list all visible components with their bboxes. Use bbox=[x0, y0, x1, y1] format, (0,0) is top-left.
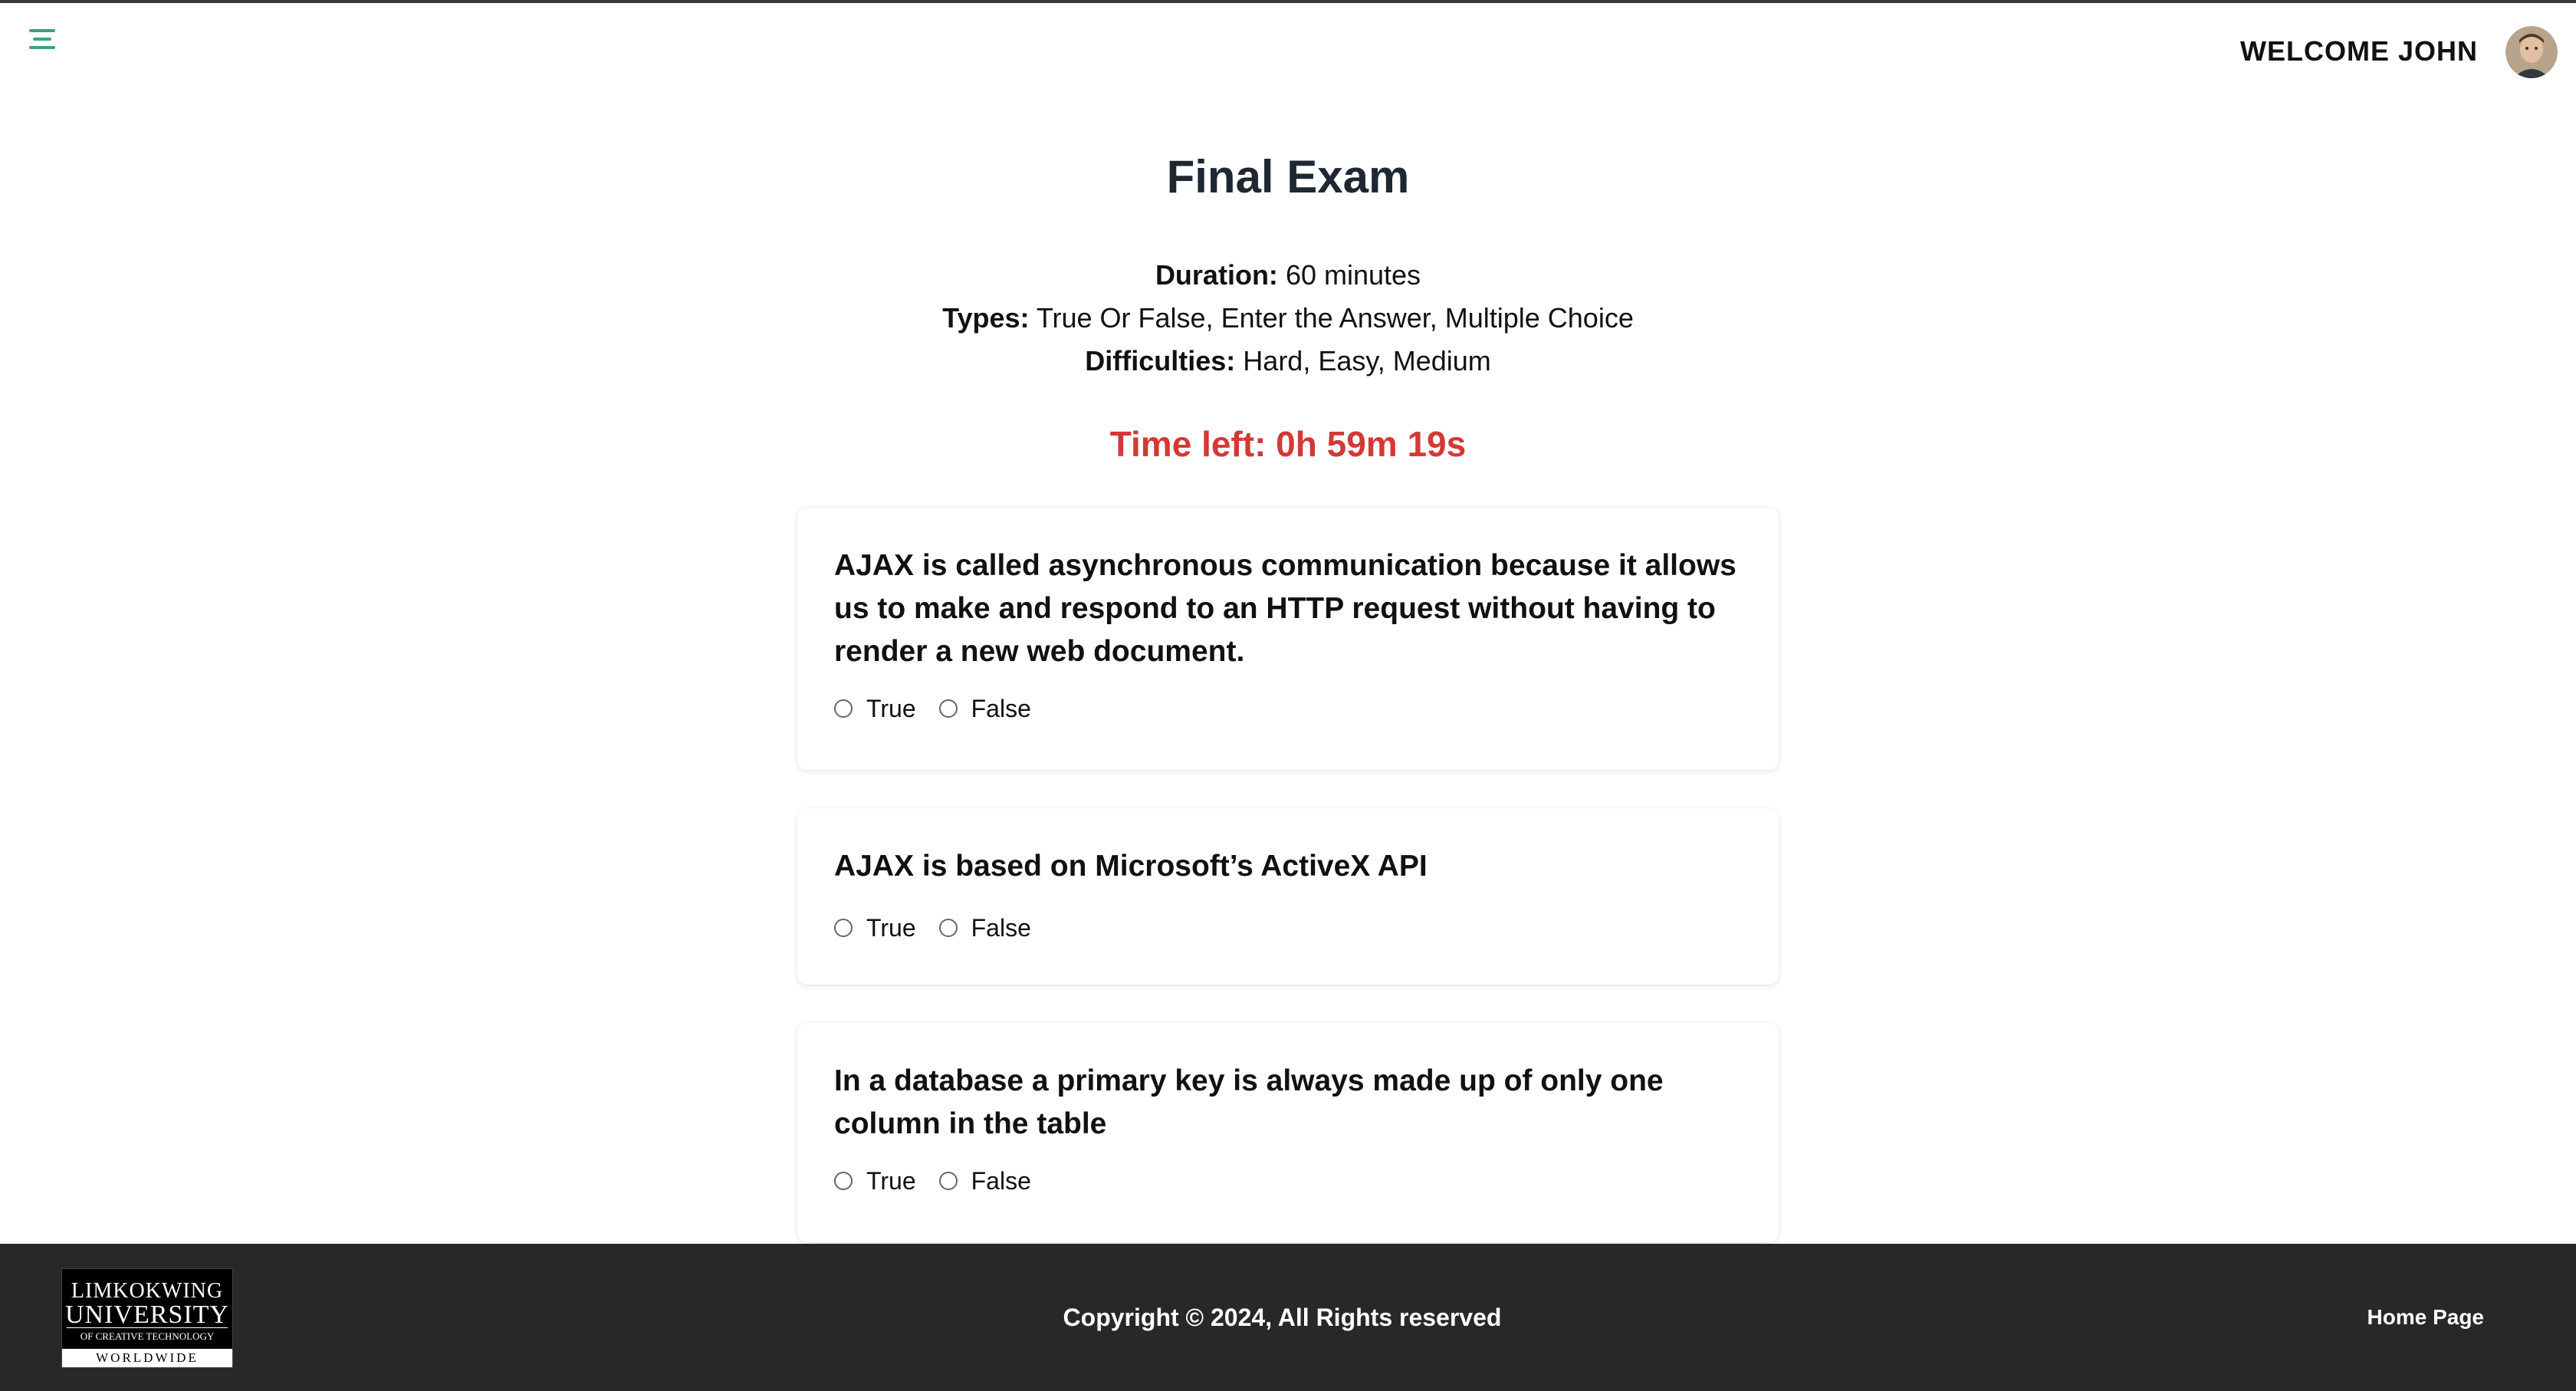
logo-line-4: WORLDWIDE bbox=[62, 1349, 232, 1367]
exam-duration: Duration: 60 minutes bbox=[0, 259, 2576, 291]
option-true[interactable]: True bbox=[834, 914, 916, 942]
footer: LIMKOKWING UNIVERSITY OF CREATIVE TECHNO… bbox=[0, 1244, 2576, 1391]
copyright-text: Copyright © 2024, All Rights reserved bbox=[1063, 1304, 1502, 1331]
question-text: In a database a primary key is always ma… bbox=[834, 1064, 1664, 1140]
question-text: AJAX is based on Microsoft’s ActiveX API bbox=[834, 850, 1428, 883]
option-false[interactable]: False bbox=[938, 1166, 1031, 1195]
logo-line-1: LIMKOKWING bbox=[71, 1279, 224, 1303]
question-card: In a database a primary key is always ma… bbox=[797, 1023, 1779, 1242]
home-page-link[interactable]: Home Page bbox=[2367, 1305, 2485, 1330]
option-label: True bbox=[866, 1166, 916, 1195]
option-label: False bbox=[971, 694, 1031, 722]
radio-button[interactable] bbox=[938, 919, 958, 937]
answer-options: True False bbox=[834, 692, 1742, 725]
exam-types: Types: True Or False, Enter the Answer, … bbox=[0, 302, 2576, 334]
option-label: False bbox=[971, 1166, 1031, 1195]
radio-button[interactable] bbox=[834, 699, 853, 718]
exam-difficulties: Difficulties: Hard, Easy, Medium bbox=[0, 345, 2576, 377]
option-label: False bbox=[971, 913, 1031, 942]
option-false[interactable]: False bbox=[938, 694, 1031, 723]
option-true[interactable]: True bbox=[834, 1167, 916, 1195]
radio-button[interactable] bbox=[834, 1172, 853, 1190]
types-label: Types: bbox=[942, 302, 1030, 334]
question-card: AJAX is based on Microsoft’s ActiveX API… bbox=[797, 808, 1779, 985]
option-true[interactable]: True bbox=[834, 695, 916, 723]
question-card: AJAX is called asynchronous communicatio… bbox=[797, 508, 1779, 770]
welcome-text: WELCOME JOHN bbox=[2239, 35, 2478, 67]
question-text: AJAX is called asynchronous communicatio… bbox=[834, 549, 1737, 668]
option-label: True bbox=[866, 694, 916, 722]
option-false[interactable]: False bbox=[938, 913, 1031, 942]
radio-button[interactable] bbox=[834, 919, 853, 937]
header: WELCOME JOHN bbox=[0, 3, 2576, 95]
duration-value: 60 minutes bbox=[1285, 259, 1421, 291]
hamburger-menu-icon[interactable] bbox=[29, 26, 55, 52]
time-left: Time left: 0h 59m 19s bbox=[1109, 424, 1467, 464]
radio-button[interactable] bbox=[938, 699, 958, 718]
radio-button[interactable] bbox=[938, 1172, 958, 1190]
difficulties-label: Difficulties: bbox=[1085, 345, 1236, 377]
difficulties-value: Hard, Easy, Medium bbox=[1243, 345, 1491, 377]
answer-options: True False bbox=[834, 911, 1742, 945]
exam-title: Final Exam bbox=[1166, 151, 1410, 202]
duration-label: Duration: bbox=[1155, 259, 1278, 291]
avatar[interactable] bbox=[2505, 26, 2558, 78]
answer-options: True False bbox=[834, 1164, 1742, 1198]
types-value: True Or False, Enter the Answer, Multipl… bbox=[1036, 302, 1634, 334]
option-label: True bbox=[866, 913, 916, 942]
